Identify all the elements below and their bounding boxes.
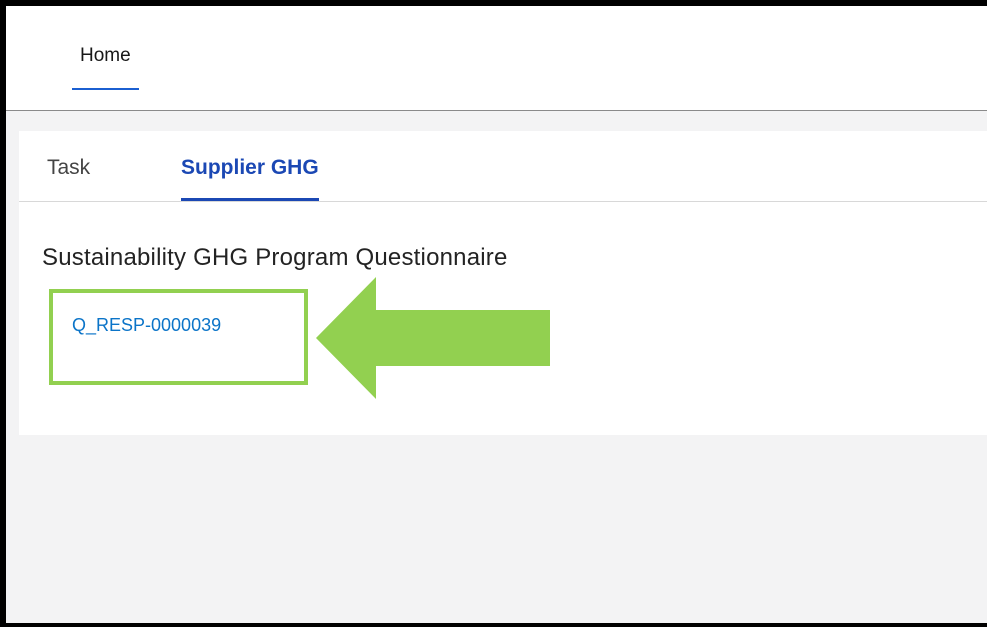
highlight-box	[49, 289, 308, 385]
top-navigation-bar: Home	[6, 6, 987, 111]
questionnaire-title: Sustainability GHG Program Questionnaire	[42, 244, 508, 271]
tab-supplier-ghg[interactable]: Supplier GHG	[181, 155, 319, 201]
content-card: Task Supplier GHG Sustainability GHG Pro…	[19, 131, 987, 435]
tab-task[interactable]: Task	[47, 155, 90, 201]
nav-tab-home[interactable]: Home	[72, 44, 139, 90]
screenshot-frame: Home Task Supplier GHG Sustainability GH…	[0, 0, 987, 627]
left-arrow-shape	[316, 277, 550, 399]
tab-bar: Task Supplier GHG	[19, 131, 987, 202]
questionnaire-response-link[interactable]: Q_RESP-0000039	[72, 314, 221, 336]
left-arrow-icon	[316, 277, 550, 399]
page-background-gap	[6, 111, 987, 131]
